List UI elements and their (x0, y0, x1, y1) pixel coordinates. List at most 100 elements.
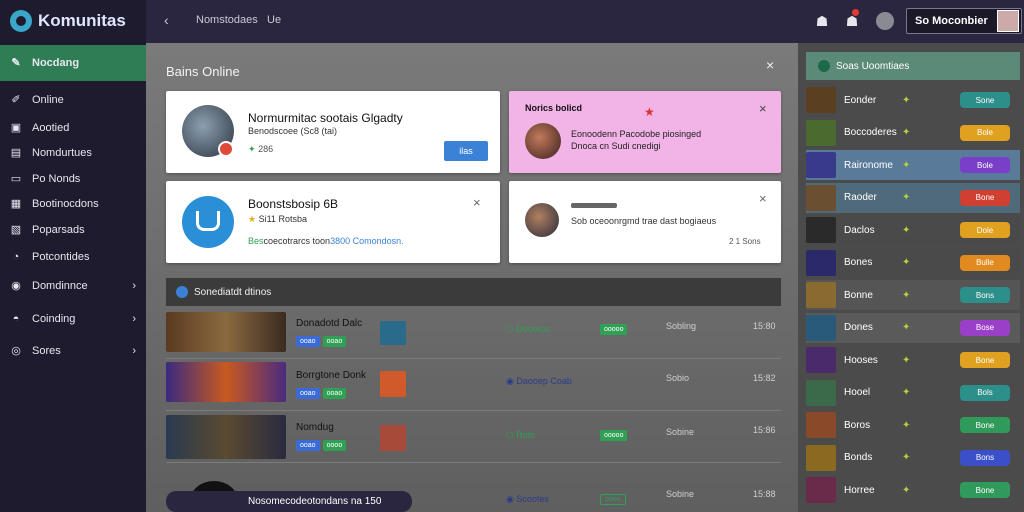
item-icon: ✦ (902, 289, 911, 301)
right-item-name: Raoder (844, 192, 877, 203)
right-list-item[interactable]: Daclos ✦ Dole (806, 215, 1020, 245)
right-list-item[interactable]: Eonder ✦ Sone (806, 85, 1020, 115)
item-icon: ✦ (902, 387, 911, 398)
breadcrumb-1[interactable]: Nomstodaes (196, 14, 258, 26)
row-col5: 15:82 (753, 373, 776, 383)
status-badge[interactable]: Sone (960, 92, 1010, 108)
table-row[interactable]: Borrgtone Donk ooao ooao ◉ Daooep Coab S… (166, 359, 781, 411)
right-list-item[interactable]: Raoder ✦ Bone (806, 182, 1020, 213)
status-badge[interactable]: Bulle (960, 254, 1010, 271)
sidebar-item-po-nonds[interactable]: ▭ Po Nonds (0, 166, 146, 192)
avatar (525, 203, 559, 237)
user-menu[interactable]: So Moconbier (906, 8, 1022, 34)
status-badge[interactable]: Dole (960, 222, 1010, 238)
sidebar-item-nocdang[interactable]: ✎ Nocdang (0, 45, 146, 81)
chip: oooo (322, 440, 347, 451)
status-badge[interactable]: Bole (960, 157, 1010, 173)
status-badge[interactable]: Bone (960, 482, 1010, 498)
sidebar-item-nomdurtues[interactable]: ▤ Nomdurtues (0, 140, 146, 166)
right-list-item[interactable]: Bonne ✦ Bons (806, 280, 1020, 310)
sidebar-item-label: Nomdurtues (32, 147, 92, 159)
sidebar-item-label: Aootied (32, 122, 70, 134)
close-icon[interactable]: × (766, 57, 774, 73)
right-list-item[interactable]: Boccoderes ✦ Bole (806, 118, 1020, 148)
status-badge[interactable]: Bols (960, 384, 1010, 401)
right-list-item[interactable]: Raironome ✦ Bole (806, 150, 1020, 180)
card-line-2: Dnoca cn Sudi cnedigi (571, 141, 661, 151)
sidebar-item-bootinocdons[interactable]: ▦ Bootinocdons (0, 191, 146, 217)
right-list-item[interactable]: Bonds ✦ Bons (806, 443, 1020, 473)
close-icon[interactable]: × (759, 191, 767, 206)
sidebar-item-domdinnce[interactable]: ◉ Domdinnce › (0, 273, 146, 299)
row-chips: ooao ooao (296, 334, 347, 347)
list-header-title: Sonediatdt dtinos (194, 286, 272, 298)
row-col5: 15:88 (753, 489, 776, 499)
card-text: Sob oceoonrgmd trae dast bogiaeus (571, 216, 717, 226)
breadcrumb-2[interactable]: Ue (267, 14, 281, 26)
card-line-1: Eonoodenn Pacodobe piosinged (571, 129, 702, 139)
item-icon: ✦ (902, 257, 911, 268)
status-badge[interactable]: Bone (960, 352, 1010, 368)
card-desc-link[interactable]: 3800 Comondosn. (330, 236, 404, 246)
right-list-item[interactable]: Hooel ✦ Bols (806, 378, 1020, 408)
room-card-3[interactable]: Boonstsbosip 6B ★ Si11 Rotsba Bescoecotr… (166, 181, 500, 263)
status-badge (218, 141, 234, 157)
row-col5: 15:86 (753, 425, 776, 435)
sidebar-item-aootied[interactable]: ▣ Aootied (0, 115, 146, 141)
right-list-item[interactable]: Bones ✦ Bulle (806, 247, 1020, 278)
check-icon (818, 60, 830, 72)
sidebar-item-coinding[interactable]: ◓ Coinding › (0, 306, 146, 332)
close-icon[interactable]: × (759, 101, 767, 116)
avatar[interactable] (876, 12, 894, 30)
right-list-item[interactable]: Boros ✦ Bone (806, 410, 1020, 440)
sidebar-item-poparsads[interactable]: ▧ Poparsads (0, 217, 146, 243)
meta-count: 286 (258, 144, 274, 154)
right-list-item[interactable]: Horree ✦ Bone (806, 475, 1020, 505)
item-icon: ✦ (902, 452, 911, 463)
user-avatar (997, 10, 1019, 32)
loading-bar (571, 203, 617, 208)
table-row[interactable]: Donadotd Dalc ooao ooao ⬡ Doooico ooooo … (166, 307, 781, 359)
room-card-4[interactable]: Sob oceoonrgmd trae dast bogiaeus 2 1 So… (509, 181, 781, 263)
card-desc: Bescoecotrarcs toon3800 Comondosn. (248, 236, 404, 246)
add-user-icon[interactable]: ☗ (813, 12, 831, 30)
table-row[interactable]: Nosomecodeotondans na 150 ◉ Scootes oooo… (166, 463, 781, 512)
sidebar-item-sores[interactable]: ◎ Sores › (0, 338, 146, 364)
logo-text: Komunitas (38, 11, 126, 30)
status-badge[interactable]: Bose (960, 319, 1010, 336)
status-badge[interactable]: Bone (960, 417, 1010, 433)
close-icon[interactable]: × (473, 195, 481, 210)
back-icon[interactable]: ‹ (164, 12, 169, 28)
star-icon: ★ (248, 214, 257, 224)
logo[interactable]: Komunitas (10, 10, 126, 32)
status-badge[interactable]: Bons (960, 449, 1010, 466)
join-button[interactable]: ilas (444, 141, 488, 161)
room-card-2[interactable]: Norics bolicd ★ × Eonoodenn Pacodobe pio… (509, 91, 781, 173)
toast-message[interactable]: Nosomecodeotondans na 150 (166, 491, 412, 512)
chip: ooao (322, 336, 347, 347)
room-card-1[interactable]: Normurmitac sootais Glgadty Benodscoee (… (166, 91, 500, 173)
right-item-name: Hooses (844, 354, 878, 366)
status-badge[interactable]: Bons (960, 287, 1010, 303)
right-item-name: Hooel (844, 387, 871, 398)
sidebar-item-label: Potcontides (32, 251, 90, 263)
right-item-name: Horree (844, 484, 875, 496)
toast-text: Nosomecodeotondans na 150 (248, 496, 382, 507)
row-chips: ooao ooao (296, 386, 347, 399)
right-item-name: Bonne (844, 289, 873, 301)
right-list-item[interactable]: Dones ✦ Bose (806, 312, 1020, 343)
right-panel-title: Soas Uoomtiaes (836, 60, 910, 72)
table-row[interactable]: Nomdug ooao oooo ⬡ Rots ooooo Sobine 15:… (166, 411, 781, 463)
status-badge[interactable]: Bole (960, 124, 1010, 141)
status-badge[interactable]: Bone (960, 189, 1010, 206)
sidebar-item-potcontides[interactable]: ◔ Potcontides (0, 244, 146, 270)
sidebar-item-online[interactable]: ✐ Online (0, 87, 146, 113)
globe-icon (176, 286, 188, 298)
row-status-text: Scootes (516, 494, 549, 504)
right-list-item[interactable]: Hooses ✦ Bone (806, 345, 1020, 375)
card-subtitle-text: Si11 Rotsba (258, 214, 307, 224)
row-status-text: Daooep Coab (516, 376, 572, 386)
card-subtitle: ★ Si11 Rotsba (248, 214, 307, 225)
card-desc-text: coecotrarcs toon (263, 236, 331, 246)
card-title: Normurmitac sootais Glgadty (248, 111, 403, 125)
